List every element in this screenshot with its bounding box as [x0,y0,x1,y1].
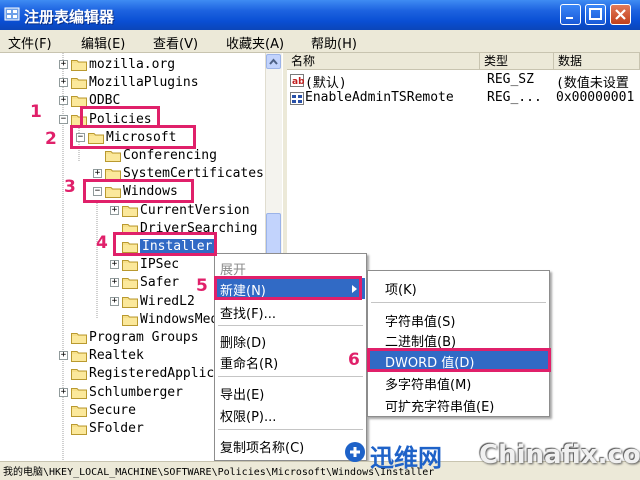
folder-icon [122,315,138,326]
menu-view[interactable]: 查看(V) [153,33,198,52]
menu-separator [218,429,363,430]
string-value-icon: ab [290,74,304,87]
tree-node-label: Program Groups [89,330,199,345]
folder-icon [71,369,87,380]
column-header-type[interactable]: 类型 [480,53,554,70]
tree-node-label: IPSec [140,257,180,272]
column-header-data[interactable]: 数据 [554,53,640,70]
tree-node-label: SFolder [89,421,144,436]
context-item-copy-key-name[interactable]: 复制项名称(C) [220,437,304,456]
step-number: 6 [348,350,360,370]
column-header-name[interactable]: 名称 [287,53,480,70]
annotation-box-windows [83,179,194,203]
folder-icon [122,206,138,217]
tree-node-label: Conferencing [123,148,217,163]
folder-icon [71,424,87,435]
expand-icon[interactable]: + [110,206,119,215]
menu-file[interactable]: 文件(F) [8,33,52,52]
tree-node-label: MozillaPlugins [89,75,199,90]
step-number: 3 [64,177,76,197]
regedit-app-icon [4,7,20,21]
expand-icon[interactable]: + [110,260,119,269]
annotation-box-new [214,276,362,300]
tree-node-label: RegisteredApplic [89,366,215,381]
step-number: 2 [45,129,57,149]
folder-icon [122,260,138,271]
folder-icon [71,388,87,399]
expand-icon[interactable]: + [59,388,68,397]
value-name: EnableAdminTSRemote [305,90,454,105]
value-data: (数值未设置 [556,76,629,91]
svg-text:ab: ab [292,77,304,87]
folder-icon [122,278,138,289]
expand-icon[interactable]: + [110,278,119,287]
folder-icon [122,297,138,308]
expand-icon[interactable]: + [59,96,68,105]
collapse-icon[interactable]: − [59,115,68,124]
minimize-button[interactable] [560,4,581,25]
watermark-logo-icon [345,442,365,462]
annotation-box-installer [113,232,217,256]
tree-node-label: Realtek [89,348,144,363]
step-number: 1 [30,102,42,122]
watermark-brand-en: Chinafix.com [479,440,640,470]
maximize-icon [589,8,602,20]
expand-icon[interactable]: + [59,60,68,69]
close-icon [615,9,626,20]
tree-node-label: Safer [140,275,180,290]
value-type: REG_SZ [487,72,534,87]
annotation-box-dword [367,348,551,372]
close-button[interactable] [610,4,631,25]
submenu-item-expandable-string-value[interactable]: 可扩充字符串值(E) [385,396,494,415]
context-item-rename[interactable]: 重命名(R) [220,353,278,372]
submenu-item-key[interactable]: 项(K) [385,279,417,298]
expand-icon[interactable]: + [93,169,102,178]
tree-node-label: mozilla.org [89,57,176,72]
folder-icon [71,406,87,417]
folder-icon [105,151,121,162]
value-data: 0x00000001 [556,90,635,105]
tree-node-label: Schlumberger [89,385,183,400]
window-title: 注册表编辑器 [24,8,115,26]
watermark-brand-cn: 迅维网 [370,444,442,472]
value-name: (默认) [305,76,347,91]
submenu-item-string-value[interactable]: 字符串值(S) [385,311,455,330]
expand-icon[interactable]: + [59,351,68,360]
menu-help[interactable]: 帮助(H) [311,33,357,52]
folder-icon [71,351,87,362]
scroll-up-button[interactable] [266,54,281,69]
minimize-icon [566,17,573,19]
context-item-export[interactable]: 导出(E) [220,384,264,403]
context-item-permissions[interactable]: 权限(P)... [220,406,276,425]
expand-icon[interactable]: + [110,297,119,306]
submenu-item-multi-string-value[interactable]: 多字符串值(M) [385,374,471,393]
step-number: 4 [96,233,108,253]
binary-value-icon [290,92,304,105]
context-item-find[interactable]: 查找(F)... [220,303,276,322]
context-item-delete[interactable]: 删除(D) [220,332,266,351]
folder-icon [71,333,87,344]
menu-separator [218,376,363,377]
chevron-up-icon [269,58,278,65]
menu-separator [218,325,363,326]
folder-icon [71,78,87,89]
value-type: REG_... [487,90,542,105]
expand-icon[interactable]: + [59,78,68,87]
menu-separator [371,302,546,303]
tree-node-label: CurrentVersion [140,203,250,218]
annotation-box-microsoft [70,125,196,149]
maximize-button[interactable] [585,4,606,25]
tree-node-label: Secure [89,403,136,418]
step-number: 5 [196,276,208,296]
menu-edit[interactable]: 编辑(E) [81,33,125,52]
tree-node-label: WiredL2 [140,294,195,309]
menu-favorites[interactable]: 收藏夹(A) [226,33,284,52]
folder-icon [71,60,87,71]
